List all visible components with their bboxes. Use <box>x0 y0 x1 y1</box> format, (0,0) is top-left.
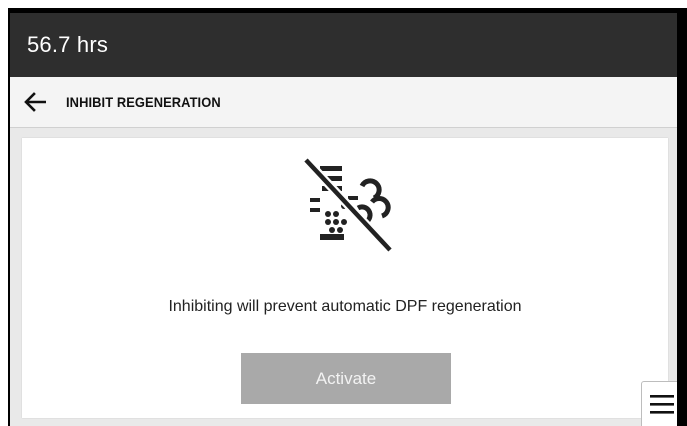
page-title: INHIBIT REGENERATION <box>66 94 221 110</box>
hamburger-menu-icon <box>650 395 674 414</box>
page-title-bar: INHIBIT REGENERATION <box>10 77 677 128</box>
menu-button[interactable] <box>641 381 677 426</box>
inhibit-card: Inhibiting will prevent automatic DPF re… <box>22 138 668 418</box>
engine-hours: 56.7 hrs <box>27 32 109 57</box>
display-screen: 56.7 hrs INHIBIT REGENERATION Inhibiting… <box>10 13 677 426</box>
inhibit-message: Inhibiting will prevent automatic DPF re… <box>168 298 522 315</box>
top-status-bar: 56.7 hrs <box>10 13 677 77</box>
dpf-regeneration-inhibited-icon <box>302 156 394 254</box>
activate-button[interactable]: Activate <box>241 353 451 404</box>
arrow-left-icon <box>24 92 46 112</box>
back-button[interactable] <box>14 77 58 128</box>
